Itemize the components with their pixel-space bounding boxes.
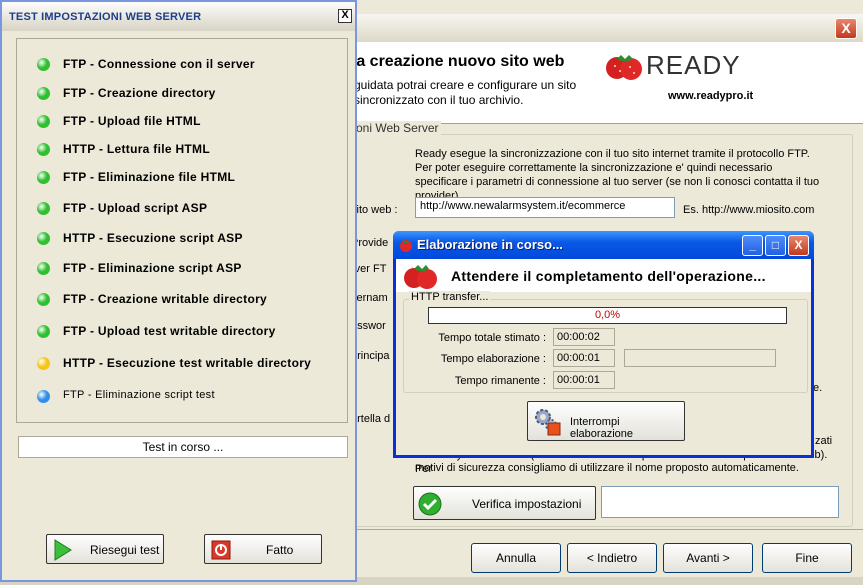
finish-button[interactable]: Fine [762,543,852,573]
http-transfer-legend: HTTP transfer... [409,291,491,303]
brand-name: READY [646,50,741,80]
cancel-button[interactable]: Annulla [471,543,561,573]
brand-url: www.readypro.it [668,90,754,102]
test-item-label: HTTP - Esecuzione test writable director… [63,356,312,370]
stop-icon [211,540,231,560]
elapsed-time-label: Tempo elaborazione : [440,353,546,365]
progress-header: Attendere il completamento dell'operazio… [396,259,811,292]
test-item-label: FTP - Eliminazione script ASP [63,261,242,275]
test-item-label: FTP - Creazione writable directory [63,292,268,306]
next-button[interactable]: Avanti > [663,543,753,573]
wizard-title: ta creazione nuovo sito web [351,53,565,70]
status-ok-icon [37,262,50,275]
status-pending-icon [37,390,50,403]
progress-dialog: Elaborazione in corso... _ □ X Attendere… [393,231,814,458]
status-ok-icon [37,202,50,215]
status-ok-icon [37,171,50,184]
test-panel-title: TEST IMPOSTAZIONI WEB SERVER [9,11,202,23]
web-server-group-legend: oni Web Server [353,121,442,135]
test-item-label: HTTP - Lettura file HTML [63,142,210,156]
progress-title: Elaborazione in corso... [417,237,563,252]
test-item-label: FTP - Eliminazione script test [63,389,215,401]
total-time-value: 00:00:02 [553,328,615,346]
lower-text-line3: motivi di sicurezza consigliamo di utili… [415,462,799,474]
test-item-label: FTP - Upload script ASP [63,201,208,215]
status-ok-icon [37,143,50,156]
elapsed-extra-box [624,349,776,367]
test-panel-titlebar: TEST IMPOSTAZIONI WEB SERVER X [2,2,355,31]
gears-stop-icon [535,409,561,436]
elapsed-time-value: 00:00:01 [553,349,615,367]
wizard-subtitle: guidata potrai creare e configurare un s… [354,78,577,107]
progress-bar: 0,0% [428,307,787,324]
status-ok-icon [37,115,50,128]
wizard-close-button[interactable]: X [835,18,857,39]
test-panel: TEST IMPOSTAZIONI WEB SERVER X FTP - Con… [0,0,357,582]
side-text-end: e. [813,382,823,394]
test-item-label: FTP - Connessione con il server [63,57,255,71]
done-button[interactable]: Fatto [204,534,322,564]
test-list: FTP - Connessione con il server FTP - Cr… [16,38,348,423]
minimize-button[interactable]: _ [742,235,763,256]
test-status-text: Test in corso ... [18,436,348,458]
wizard-description: Ready esegue la sincronizzazione con il … [415,148,820,202]
total-time-label: Tempo totale stimato : [438,332,546,344]
verify-settings-button[interactable]: Verifica impostazioni [413,486,596,520]
rerun-test-button[interactable]: Riesegui test [46,534,164,564]
strawberry-logo-icon [606,55,642,80]
done-label: Fatto [266,543,294,557]
maximize-button[interactable]: □ [765,235,786,256]
test-item-label: FTP - Eliminazione file HTML [63,170,236,184]
test-item-label: HTTP - Esecuzione script ASP [63,231,243,245]
site-example: Es. http://www.miosito.com [683,204,815,216]
progress-titlebar: Elaborazione in corso... _ □ X [393,231,814,259]
status-ok-icon [37,293,50,306]
site-url-input[interactable]: http://www.newalarmsystem.it/ecommerce [415,197,675,218]
progress-close-button[interactable]: X [788,235,809,256]
remaining-time-label: Tempo rimanente : [454,375,546,387]
stop-processing-label: Interrompi elaborazione [570,416,633,440]
progress-message: Attendere il completamento dell'operazio… [451,268,766,284]
site-label: sito web : [351,204,398,216]
play-icon [54,539,72,561]
test-item-label: FTP - Upload file HTML [63,114,201,128]
status-ok-icon [37,232,50,245]
strawberry-icon [400,240,412,252]
verify-settings-label: Verifica impostazioni [472,497,582,511]
lower-text-tail: zati [815,435,833,447]
test-item-label: FTP - Creazione directory [63,86,216,100]
status-running-icon [37,357,50,370]
back-button[interactable]: < Indietro [567,543,657,573]
status-ok-icon [37,58,50,71]
test-item-label: FTP - Upload test writable directory [63,324,276,338]
verify-result-box [601,486,839,518]
check-icon [418,492,442,516]
status-ok-icon [37,325,50,338]
remaining-time-value: 00:00:01 [553,371,615,389]
test-panel-close-button[interactable]: X [338,9,352,23]
rerun-test-label: Riesegui test [90,543,160,557]
stop-processing-button[interactable]: Interrompi elaborazione [527,401,685,441]
status-ok-icon [37,87,50,100]
strawberry-logo-icon [404,265,437,289]
